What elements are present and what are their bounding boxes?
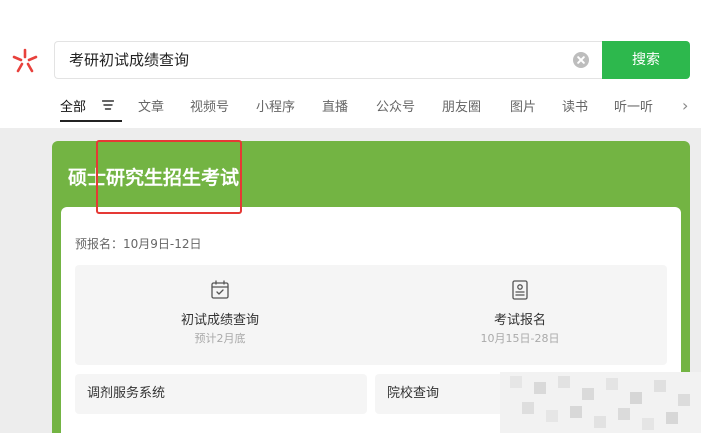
tab-listen[interactable]: 听一听	[614, 96, 653, 115]
wechat-search-logo-icon	[12, 48, 38, 73]
highlight-annotation	[96, 140, 242, 214]
calendar-check-icon	[211, 280, 229, 299]
active-tab-underline	[60, 120, 122, 122]
exam-registration-label: 考试报名	[493, 313, 546, 328]
tab-articles[interactable]: 文章	[138, 96, 164, 115]
exam-registration-button[interactable]: 考试报名 10月15日-28日	[405, 265, 635, 365]
tab-images[interactable]: 图片	[510, 96, 536, 115]
tab-channels[interactable]: 视频号	[190, 96, 229, 115]
action-panel: 初试成绩查询 预计2月底 考试报名 10月15日-28日	[75, 265, 667, 365]
score-query-date: 预计2月底	[194, 332, 246, 345]
search-input[interactable]	[69, 42, 549, 78]
adjustment-service-link[interactable]: 调剂服务系统	[75, 374, 367, 414]
tab-moments[interactable]: 朋友圈	[442, 96, 481, 115]
tab-reading[interactable]: 读书	[562, 96, 588, 115]
score-query-label: 初试成绩查询	[180, 313, 259, 328]
filter-icon[interactable]	[102, 100, 114, 110]
watermark-mosaic	[500, 372, 701, 433]
tab-mini-programs[interactable]: 小程序	[256, 96, 295, 115]
chevron-right-icon[interactable]: ›	[682, 96, 688, 115]
search-box	[54, 41, 602, 79]
document-icon	[512, 280, 528, 300]
pre-registration-text: 预报名：10月9日-12日	[75, 237, 202, 251]
tab-live[interactable]: 直播	[322, 96, 348, 115]
score-query-button[interactable]: 初试成绩查询 预计2月底	[105, 265, 335, 365]
tab-official-accounts[interactable]: 公众号	[376, 96, 415, 115]
search-button[interactable]: 搜索	[602, 41, 690, 79]
clear-icon[interactable]	[573, 52, 589, 68]
tab-all[interactable]: 全部	[60, 96, 86, 115]
exam-registration-date: 10月15日-28日	[480, 332, 560, 345]
